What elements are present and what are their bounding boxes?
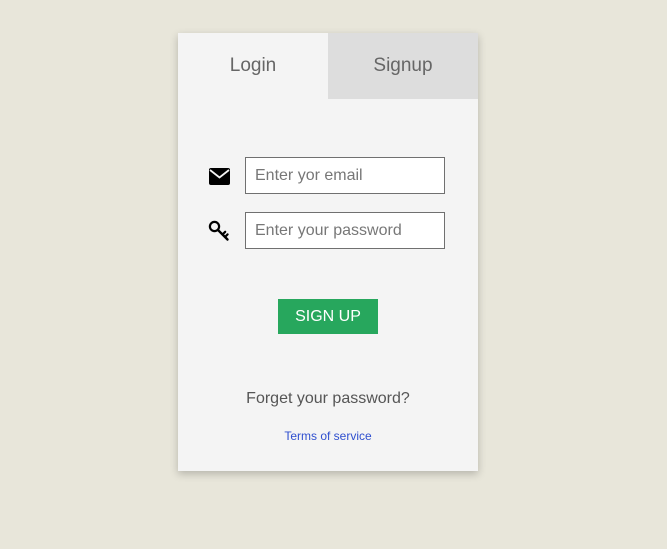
- login-card: Login Signup SIGN UP Forget your passwor…: [178, 33, 478, 471]
- tab-signup[interactable]: Signup: [328, 33, 478, 99]
- email-row: [178, 157, 478, 196]
- tab-bar: Login Signup: [178, 33, 478, 99]
- forgot-password-link[interactable]: Forget your password?: [178, 390, 478, 408]
- email-input[interactable]: [245, 157, 445, 194]
- key-icon: [208, 220, 230, 242]
- tab-login[interactable]: Login: [178, 33, 328, 99]
- terms-of-service-link[interactable]: Terms of service: [178, 429, 478, 443]
- envelope-icon: [208, 165, 230, 187]
- sign-up-button[interactable]: SIGN UP: [278, 299, 378, 334]
- password-input[interactable]: [245, 212, 445, 249]
- password-row: [178, 212, 478, 251]
